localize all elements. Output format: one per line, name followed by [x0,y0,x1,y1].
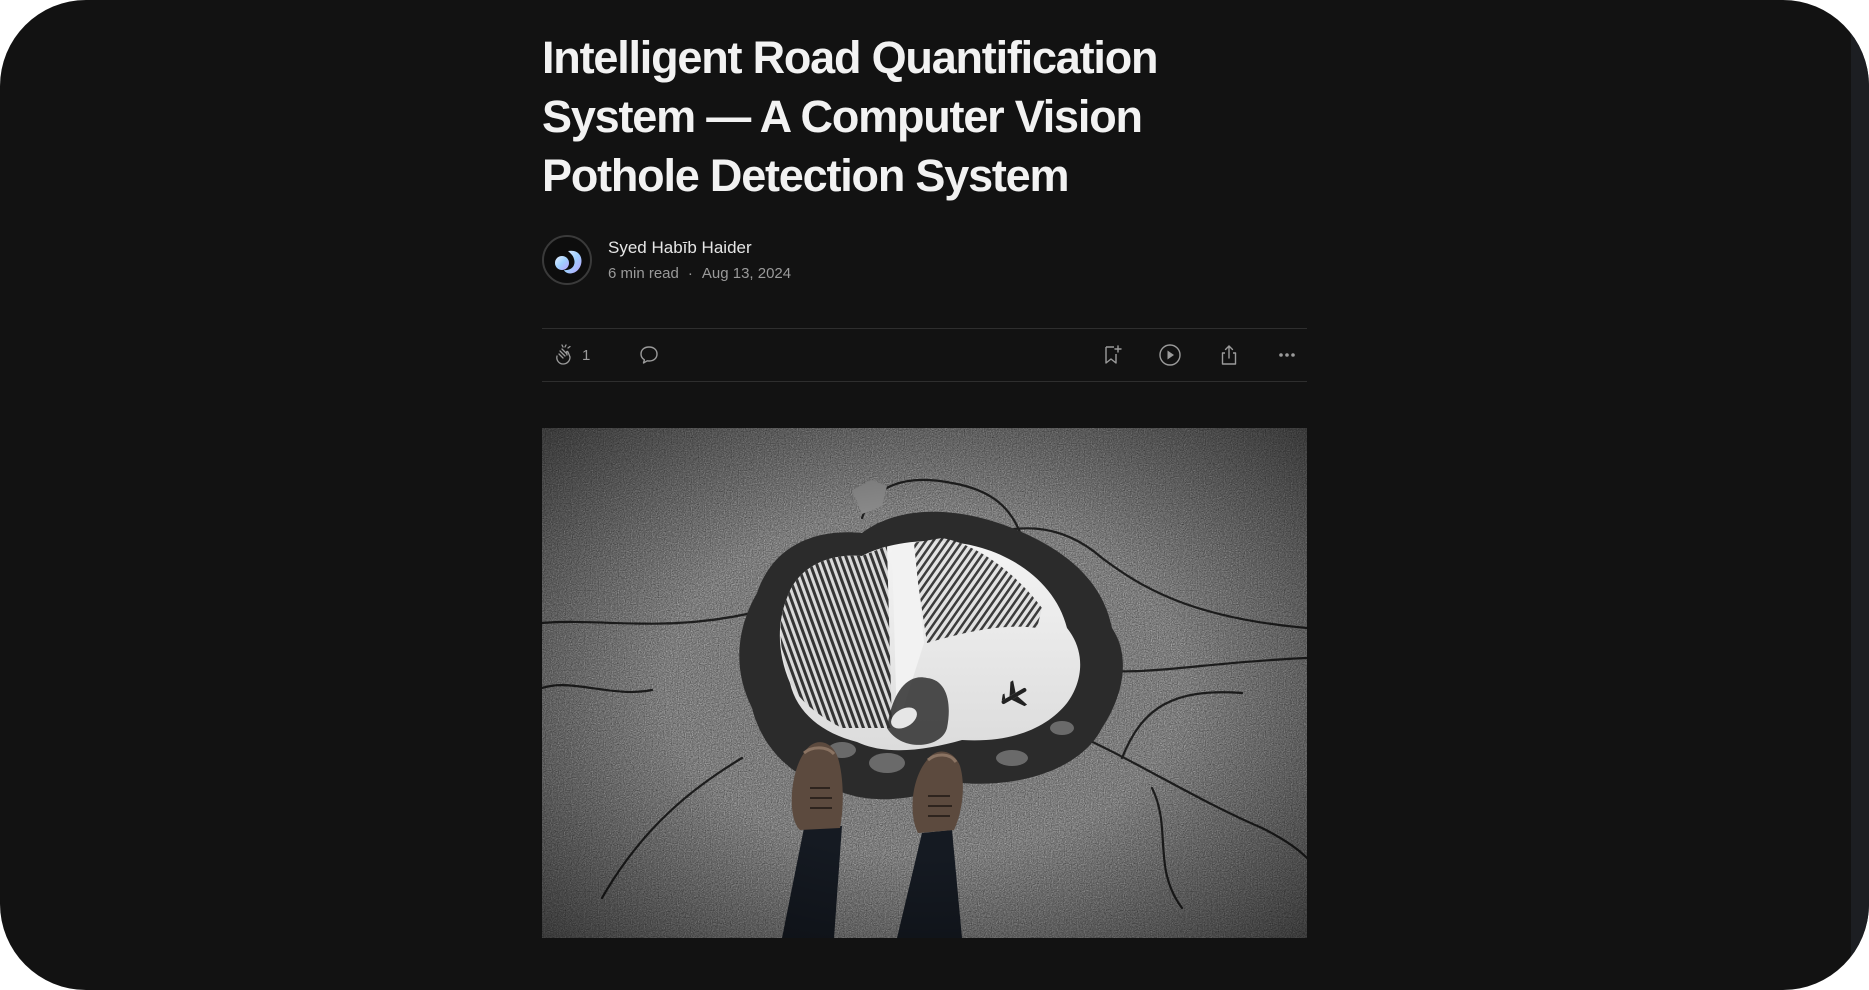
more-options-button[interactable] [1275,329,1299,381]
share-button[interactable] [1217,329,1241,381]
comment-icon [640,346,658,364]
clap-count: 1 [582,346,591,364]
author-byline: Syed Habīb Haider 6 min read · Aug 13, 2… [542,233,791,287]
browser-viewport: Intelligent Road Quantification System —… [0,0,1869,990]
avatar-logo-icon [555,250,582,274]
article-action-bar: 1 [542,328,1307,382]
share-icon [1221,345,1237,365]
publish-date: Aug 13, 2024 [701,264,792,282]
clap-icon [556,344,571,365]
scrollbar-track[interactable] [1851,0,1869,990]
clap-button[interactable]: 1 [552,329,590,381]
read-time: 6 min read [608,264,679,282]
article-title: Intelligent Road Quantification System —… [542,32,1159,201]
author-meta: Syed Habīb Haider 6 min read · Aug 13, 2… [608,237,791,284]
author-name[interactable]: Syed Habīb Haider [608,237,791,259]
save-button[interactable] [1100,329,1124,381]
listen-button[interactable] [1157,329,1183,381]
pothole-reflection-photo [542,428,1307,938]
listen-play-icon [1159,344,1181,366]
author-avatar[interactable] [542,235,592,285]
meta-separator: · [687,264,693,282]
bookmark-add-icon [1105,345,1122,364]
hero-image [542,428,1307,938]
comment-button[interactable] [637,329,661,381]
more-icon [1279,353,1295,357]
article-meta-line: 6 min read · Aug 13, 2024 [608,264,791,284]
